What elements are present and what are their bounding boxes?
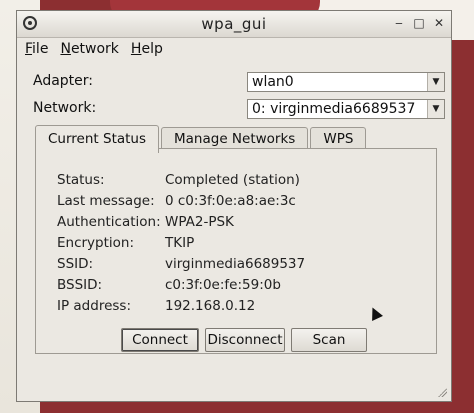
- action-buttons: Connect Disconnect Scan: [17, 328, 451, 354]
- menu-help[interactable]: Help: [131, 41, 163, 57]
- tab-bar: Current Status Manage Networks WPS: [35, 125, 368, 153]
- status-value: Completed (station): [165, 172, 300, 188]
- resize-grip-icon[interactable]: [437, 387, 447, 397]
- menu-file[interactable]: File: [25, 41, 48, 57]
- encryption-value: TKIP: [165, 235, 195, 251]
- wpa-gui-window: wpa_gui ‒ □ ✕ File Network Help Adapter:…: [16, 10, 452, 402]
- last-message-value: 0 c0:3f:0e:a8:ae:3c: [165, 193, 296, 209]
- menu-network-mnemonic: N: [60, 41, 71, 57]
- authentication-value: WPA2-PSK: [165, 214, 234, 230]
- disconnect-button[interactable]: Disconnect: [205, 328, 285, 352]
- scan-button[interactable]: Scan: [291, 328, 367, 352]
- menu-file-label: ile: [32, 41, 49, 57]
- chevron-down-icon[interactable]: ▼: [427, 73, 444, 91]
- chevron-down-icon[interactable]: ▼: [427, 100, 444, 118]
- encryption-label: Encryption:: [57, 235, 135, 251]
- network-label: Network:: [33, 100, 97, 116]
- ssid-value: virginmedia6689537: [165, 256, 306, 272]
- ip-address-value: 192.168.0.12: [165, 298, 256, 314]
- tab-wps[interactable]: WPS: [310, 127, 367, 150]
- bssid-label: BSSID:: [57, 277, 103, 293]
- network-value: 0: virginmedia6689537: [252, 101, 416, 117]
- minimize-button[interactable]: ‒: [391, 16, 407, 30]
- status-label: Status:: [57, 172, 105, 188]
- ip-address-label: IP address:: [57, 298, 131, 314]
- close-button[interactable]: ✕: [431, 16, 447, 30]
- tab-manage-networks[interactable]: Manage Networks: [161, 127, 309, 150]
- adapter-label: Adapter:: [33, 73, 94, 89]
- authentication-label: Authentication:: [57, 214, 161, 230]
- connect-button[interactable]: Connect: [121, 328, 199, 352]
- title-bar[interactable]: wpa_gui ‒ □ ✕: [17, 11, 451, 38]
- menu-help-mnemonic: H: [130, 41, 142, 57]
- adapter-value: wlan0: [252, 74, 294, 90]
- menu-help-label: elp: [141, 41, 163, 57]
- maximize-button[interactable]: □: [411, 16, 427, 30]
- menu-file-mnemonic: F: [25, 41, 33, 57]
- window-title: wpa_gui: [201, 15, 267, 33]
- network-select[interactable]: 0: virginmedia6689537 ▼: [247, 99, 445, 119]
- tab-current-status[interactable]: Current Status: [35, 125, 160, 153]
- bssid-value: c0:3f:0e:fe:59:0b: [165, 277, 281, 293]
- menu-network-label: etwork: [70, 41, 119, 57]
- menu-bar: File Network Help: [17, 38, 451, 60]
- last-message-label: Last message:: [57, 193, 155, 209]
- adapter-select[interactable]: wlan0 ▼: [247, 72, 445, 92]
- ssid-label: SSID:: [57, 256, 94, 272]
- menu-network[interactable]: Network: [60, 41, 118, 57]
